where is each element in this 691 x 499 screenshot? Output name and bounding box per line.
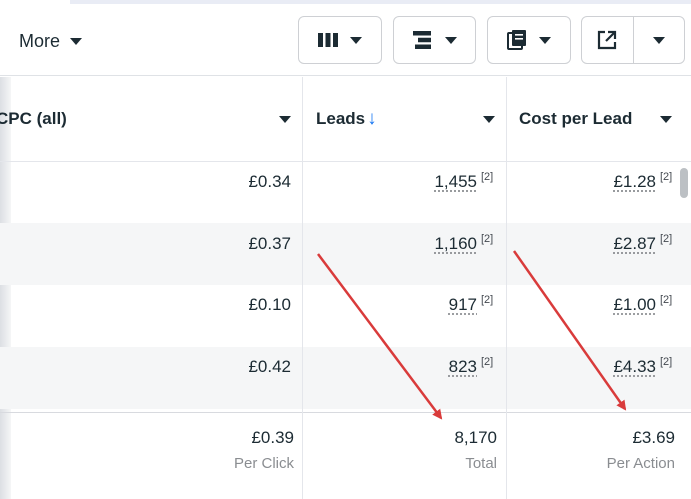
column-divider [506,77,507,499]
chevron-down-icon[interactable] [660,116,672,123]
more-dropdown[interactable]: More [19,31,83,52]
cpc-cell: £0.37 [248,234,291,253]
column-header-leads[interactable]: Leads ↓ [316,77,505,161]
footnote-marker: [2] [481,356,494,368]
total-cost-per-lead: £3.69 [632,428,675,447]
column-header-label: Cost per Lead [519,109,633,128]
split-divider [633,16,634,64]
cpc-cell: £0.10 [248,295,291,314]
export-icon [597,30,617,50]
total-leads-caption: Total [465,455,497,472]
column-header-cost-per-lead[interactable]: Cost per Lead [519,77,689,161]
footnote-marker: [2] [660,356,673,368]
cost-per-lead-cell[interactable]: £4.33 [560,357,656,377]
breakdown-button[interactable] [393,16,476,64]
toolbar: More [0,4,691,76]
leads-cell[interactable]: 1,455 [380,172,477,192]
leads-cell[interactable]: 917 [380,295,477,315]
sort-descending-icon: ↓ [367,108,377,129]
table-row-bg [0,223,691,285]
reports-icon [507,30,526,50]
total-cost-per-lead-caption: Per Action [606,455,675,472]
export-menu-chevron-icon[interactable] [653,36,665,44]
columns-button[interactable] [298,16,382,64]
column-header-cpc[interactable]: CPC (all) [0,77,301,161]
cpc-cell: £0.42 [248,357,291,376]
footnote-marker: [2] [481,233,494,245]
footnote-marker: [2] [660,171,673,183]
chevron-down-icon [539,36,551,44]
chevron-down-icon[interactable] [279,116,291,123]
footnote-marker: [2] [660,233,673,245]
column-header-label: CPC (all) [0,109,67,128]
footnote-marker: [2] [481,294,494,306]
columns-icon [318,33,338,47]
total-cpc-caption: Per Click [233,455,294,472]
cpc-cell: £0.34 [248,172,291,191]
footnote-marker: [2] [660,294,673,306]
more-label: More [19,31,61,51]
totals-divider [0,412,691,413]
footnote-marker: [2] [481,171,494,183]
reports-button[interactable] [487,16,571,64]
leads-cell[interactable]: 823 [380,357,477,377]
chevron-down-icon [350,36,362,44]
data-table: CPC (all) Leads ↓ Cost per Lead £0.34 1,… [0,77,691,499]
column-divider [302,77,303,499]
header-divider [0,161,691,162]
vertical-scrollbar[interactable] [680,168,688,198]
leads-cell[interactable]: 1,160 [380,234,477,254]
total-cpc: £0.39 [251,428,294,447]
cost-per-lead-cell[interactable]: £1.28 [560,172,656,192]
cost-per-lead-cell[interactable]: £2.87 [560,234,656,254]
chevron-down-icon [444,36,457,44]
chevron-down-icon[interactable] [483,116,495,123]
chevron-down-icon [70,38,83,45]
breakdown-icon [412,31,431,49]
total-leads: 8,170 [454,428,497,447]
column-header-label: Leads [316,109,366,128]
cost-per-lead-cell[interactable]: £1.00 [560,295,656,315]
